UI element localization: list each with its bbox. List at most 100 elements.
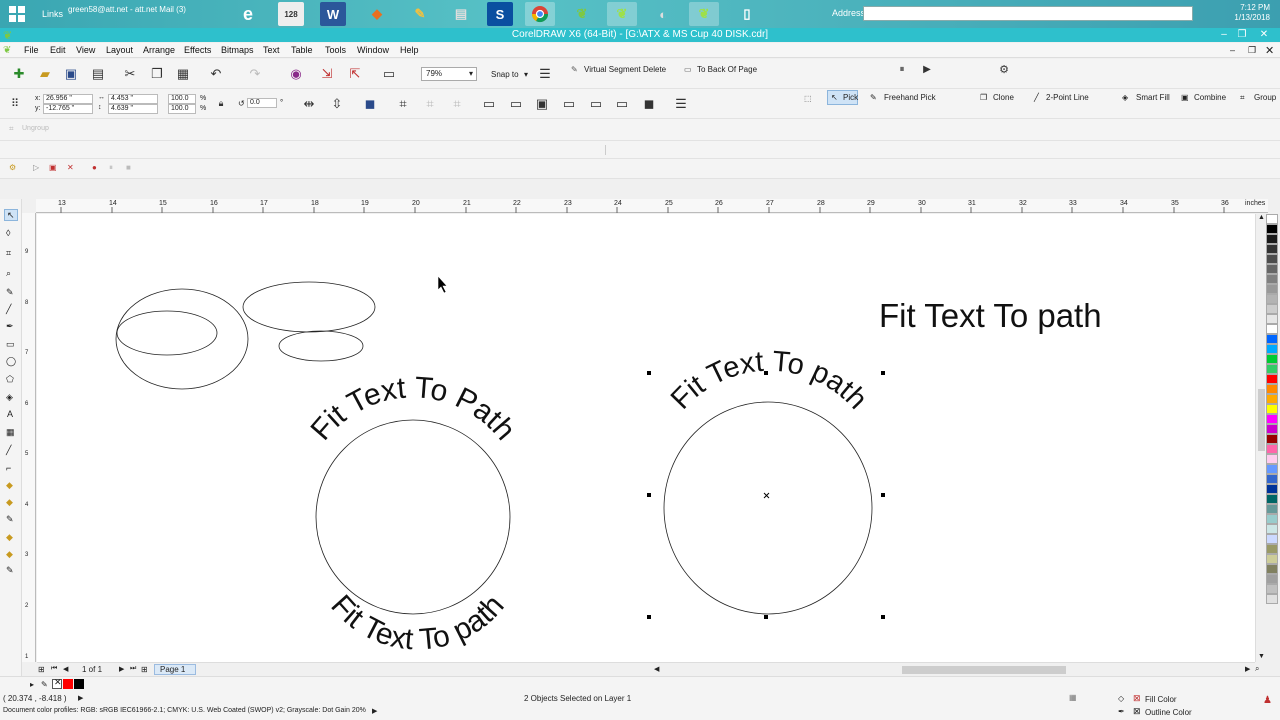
color-swatch[interactable] <box>1266 514 1278 524</box>
word-icon[interactable]: W <box>320 2 346 26</box>
horizontal-ruler[interactable]: 13 14 15 16 17 18 19 20 21 22 23 24 25 2… <box>36 199 1268 213</box>
first-page-icon[interactable]: ⏮ <box>51 665 57 673</box>
fill-tool-icon[interactable]: ◆ <box>6 532 13 543</box>
profiles-arrow-icon[interactable]: ▶ <box>372 707 377 715</box>
menu-window[interactable]: Window <box>357 45 389 55</box>
color-swatch[interactable] <box>1266 274 1278 284</box>
artistic-media-icon[interactable]: ✒ <box>6 321 14 332</box>
publish-pdf-icon[interactable]: ▭ <box>380 65 398 83</box>
color-swatch[interactable] <box>1266 544 1278 554</box>
printer-icon[interactable]: ▤ <box>446 2 476 26</box>
pause-record-icon[interactable]: ⏸ <box>109 163 113 173</box>
x-position-input[interactable]: 26.956 " <box>43 94 93 104</box>
y-position-input[interactable]: -12.765 " <box>43 104 93 114</box>
page-1-tab[interactable]: Page 1 <box>154 664 196 675</box>
color-swatch[interactable] <box>1266 224 1278 234</box>
menu-table[interactable]: Table <box>291 45 313 55</box>
color-swatch[interactable] <box>1266 344 1278 354</box>
pick-tool-icon[interactable]: ↖ <box>4 209 18 221</box>
import-icon[interactable]: ⇲ <box>318 65 336 83</box>
color-swatch[interactable] <box>1266 444 1278 454</box>
scroll-right-icon[interactable]: ▶ <box>1245 665 1250 673</box>
create-boundary-icon[interactable]: ◼ <box>640 95 658 113</box>
menu-arrange[interactable]: Arrange <box>143 45 175 55</box>
color-swatch[interactable] <box>1266 494 1278 504</box>
save-icon[interactable]: ▣ <box>62 65 80 83</box>
prev-page-icon[interactable]: ◀ <box>63 665 68 673</box>
scroll-down-icon[interactable]: ▼ <box>1258 653 1265 660</box>
pick-button[interactable]: ↖ Pick <box>827 90 858 105</box>
left-circle-bottom-text[interactable]: Fit Text To path <box>324 589 510 657</box>
smart-fill-button[interactable]: Smart Fill <box>1136 93 1170 102</box>
color-swatch[interactable] <box>1266 254 1278 264</box>
scroll-up-icon[interactable]: ▲ <box>1258 214 1265 221</box>
color-swatch[interactable] <box>1266 414 1278 424</box>
polygon-tool-icon[interactable]: ⬠ <box>6 374 14 385</box>
ellipse-shape[interactable] <box>116 310 218 356</box>
no-color-swatch[interactable]: ✕ <box>52 677 62 689</box>
color-swatch[interactable] <box>1266 394 1278 404</box>
outline-tool-icon[interactable]: ◆ <box>6 549 13 560</box>
macro-editor-icon[interactable]: ▣ <box>49 163 57 172</box>
color-swatch[interactable] <box>1266 554 1278 564</box>
mouse-app-icon[interactable]: ◐ <box>648 2 678 26</box>
color-swatch[interactable] <box>1266 484 1278 494</box>
simplify-icon[interactable]: ▭ <box>560 95 578 113</box>
lock-ratio-icon[interactable]: 🔒︎ <box>212 94 230 112</box>
color-swatch[interactable] <box>1266 584 1278 594</box>
width-input[interactable]: 4.453 " <box>108 94 158 104</box>
align-icon[interactable]: ⌗ <box>394 95 412 113</box>
eyedropper-icon[interactable]: ✎ <box>6 514 14 525</box>
color-swatch[interactable] <box>1266 294 1278 304</box>
pick-small-icon[interactable]: ⬚ <box>804 94 812 103</box>
orange-app-icon[interactable]: ◆ <box>362 2 392 26</box>
zoom-tool-icon[interactable]: ⌕ <box>6 268 11 279</box>
minimize-button[interactable]: – <box>1214 28 1234 42</box>
undo-icon[interactable]: ↶ <box>207 65 225 83</box>
menu-text[interactable]: Text <box>263 45 280 55</box>
color-swatch[interactable] <box>1266 424 1278 434</box>
hscroll-thumb[interactable] <box>902 666 1066 674</box>
mirror-vertical-icon[interactable]: ⇳ <box>328 95 346 113</box>
ungroup-button[interactable]: Ungroup <box>22 125 49 132</box>
text-tool-icon[interactable]: A <box>7 409 13 419</box>
right-circle-text[interactable]: Fit Text To path <box>665 346 873 416</box>
dimension-tool-icon[interactable]: ╱ <box>6 445 11 456</box>
user-icon[interactable]: ♟ <box>1263 695 1272 706</box>
freehand-tool-icon[interactable]: ✎ <box>6 287 14 298</box>
snap-to-dropdown[interactable]: Snap to <box>491 70 519 79</box>
paste-icon[interactable]: ▦ <box>174 65 192 83</box>
status-settings-icon[interactable]: ▦ <box>1069 693 1077 702</box>
menu-bitmaps[interactable]: Bitmaps <box>221 45 254 55</box>
color-swatch[interactable] <box>1266 324 1278 334</box>
corel-connect-icon[interactable]: ◉ <box>287 65 305 83</box>
leaf-app-icon[interactable]: ❦ <box>567 2 597 26</box>
color-swatch[interactable] <box>1266 354 1278 364</box>
color-swatch[interactable] <box>1266 404 1278 414</box>
color-swatch[interactable] <box>1266 264 1278 274</box>
ellipse-shape[interactable] <box>278 330 364 362</box>
play-small-icon[interactable]: ▶ <box>78 694 83 702</box>
last-page-icon[interactable]: ⏭ <box>130 665 136 673</box>
red-swatch[interactable] <box>63 679 73 689</box>
color-swatch[interactable] <box>1266 454 1278 464</box>
drawing-canvas[interactable]: Fit Text To Path Fit Text To path Fit Te… <box>37 214 1255 662</box>
play-icon[interactable]: ▶ <box>918 60 936 78</box>
intersect-icon[interactable]: ▣ <box>533 95 551 113</box>
scale-y-input[interactable]: 100.0 <box>168 104 196 114</box>
color-swatch[interactable] <box>1266 314 1278 324</box>
chrome-icon[interactable] <box>525 2 555 26</box>
s-app-icon[interactable]: S <box>487 2 513 26</box>
windows-logo-icon[interactable] <box>2 2 32 26</box>
shape-tool-icon[interactable]: ◊ <box>6 228 10 238</box>
menu-view[interactable]: View <box>76 45 95 55</box>
trim-icon[interactable]: ▭ <box>507 95 525 113</box>
menu-file[interactable]: File <box>24 45 39 55</box>
color-swatch[interactable] <box>1266 474 1278 484</box>
settings-icon[interactable]: ⚙ <box>995 60 1013 78</box>
zoom-nav-icon[interactable]: ⌕ <box>1255 664 1259 674</box>
color-swatch[interactable] <box>1266 524 1278 534</box>
zoom-combo[interactable]: 79% ▾ <box>421 67 477 81</box>
virtual-segment-delete-button[interactable]: Virtual Segment Delete <box>584 65 666 74</box>
close-button[interactable]: ✕ <box>1254 28 1274 42</box>
